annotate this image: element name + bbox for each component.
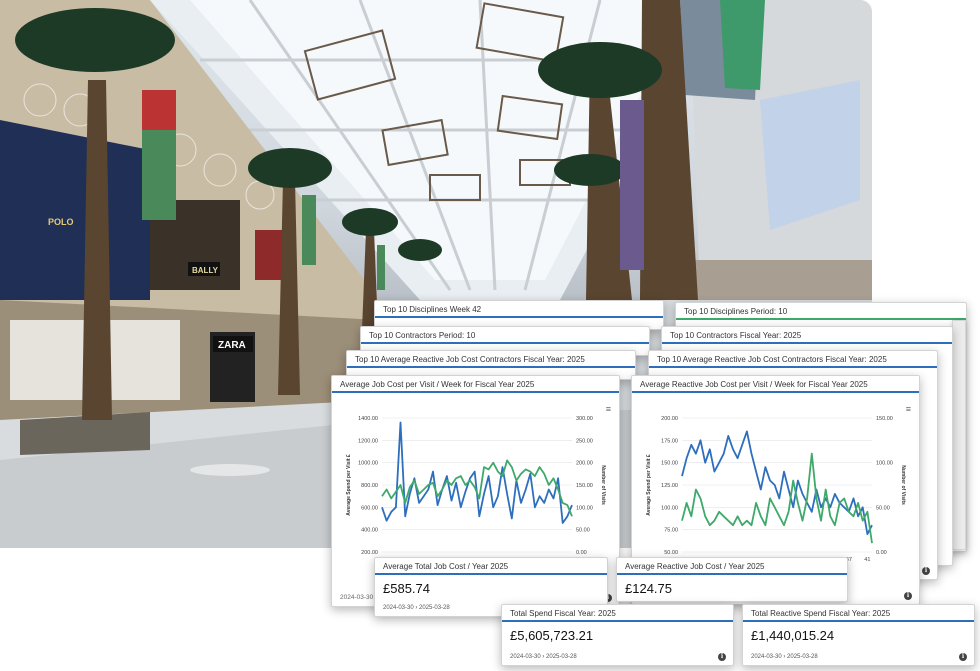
- y2-tick-label: 100.00: [876, 461, 893, 467]
- y-tick-label: 175.00: [661, 438, 678, 444]
- kpi-value: £585.74: [383, 581, 430, 596]
- kpi-value: £1,440,015.24: [751, 628, 835, 643]
- card-title: Top 10 Average Reactive Job Cost Contrac…: [649, 351, 937, 368]
- chart-card-title: Average Reactive Job Cost per Visit / We…: [632, 376, 919, 393]
- y2-tick-label: 150.00: [876, 416, 893, 422]
- y-tick-label: 100.00: [661, 505, 678, 511]
- y-tick-label: 1200.00: [358, 438, 378, 444]
- y-tick-label: 800.00: [361, 483, 378, 489]
- y-tick-label: 1000.00: [358, 461, 378, 467]
- y-tick-label: 1400.00: [358, 416, 378, 422]
- y2-tick-label: 150.00: [576, 483, 593, 489]
- y2-axis-label: Number of Visits: [900, 465, 906, 505]
- info-icon[interactable]: i: [718, 653, 726, 661]
- y-tick-label: 50.00: [664, 550, 678, 556]
- info-icon[interactable]: i: [922, 567, 930, 575]
- avg-reactive-job-cost-kpi[interactable]: Average Reactive Job Cost / Year 2025 £1…: [616, 557, 848, 602]
- y-axis-label: Average Spend per Visit £: [646, 454, 652, 516]
- kpi-value: £124.75: [625, 581, 672, 596]
- y-tick-label: 200.00: [661, 416, 678, 422]
- kpi-value: £5,605,723.21: [510, 628, 594, 643]
- y-tick-label: 125.00: [661, 483, 678, 489]
- y-tick-label: 200.00: [361, 550, 378, 556]
- y2-tick-label: 250.00: [576, 438, 593, 444]
- y2-tick-label: 300.00: [576, 416, 593, 422]
- footer-date: 2024-03-30: [340, 594, 374, 601]
- y2-tick-label: 0.00: [576, 550, 587, 556]
- card-title: Top 10 Contractors Period: 10: [361, 327, 649, 344]
- card-title: Top 10 Disciplines Week 42: [375, 301, 663, 318]
- y2-tick-label: 50.00: [876, 505, 890, 511]
- y-tick-label: 600.00: [361, 505, 378, 511]
- y-axis-label: Average Spend per Visit £: [346, 454, 352, 516]
- x-tick-label: 41: [864, 557, 870, 563]
- y2-tick-label: 0.00: [876, 550, 887, 556]
- kpi-title: Total Reactive Spend Fiscal Year: 2025: [743, 605, 974, 622]
- chart-card-title: Average Job Cost per Visit / Week for Fi…: [332, 376, 619, 393]
- spend-series-line: [681, 430, 873, 535]
- kpi-date-range: 2024-03-30 › 2025-03-28: [510, 654, 577, 660]
- kpi-date-range: 2024-03-30 › 2025-03-28: [383, 605, 450, 611]
- y2-tick-label: 50.00: [576, 528, 590, 534]
- y2-axis-label: Number of Visits: [600, 465, 606, 505]
- kpi-title: Total Spend Fiscal Year: 2025: [502, 605, 733, 622]
- info-icon[interactable]: i: [959, 653, 967, 661]
- kpi-title: Average Reactive Job Cost / Year 2025: [617, 558, 847, 575]
- y2-tick-label: 200.00: [576, 461, 593, 467]
- card-title: Top 10 Average Reactive Job Cost Contrac…: [347, 351, 635, 368]
- card-title: Top 10 Contractors Fiscal Year: 2025: [662, 327, 952, 344]
- info-icon[interactable]: i: [904, 592, 912, 600]
- card-title: Top 10 Disciplines Period: 10: [676, 303, 966, 320]
- y-tick-label: 400.00: [361, 528, 378, 534]
- y-tick-label: 75.00: [664, 528, 678, 534]
- total-reactive-spend-kpi[interactable]: Total Reactive Spend Fiscal Year: 2025 £…: [742, 604, 975, 666]
- svg-text:POLO: POLO: [48, 217, 74, 227]
- kpi-date-range: 2024-03-30 › 2025-03-28: [751, 654, 818, 660]
- svg-text:BALLY: BALLY: [192, 266, 219, 275]
- card-edge: [952, 320, 966, 550]
- kpi-title: Average Total Job Cost / Year 2025: [375, 558, 607, 575]
- svg-text:ZARA: ZARA: [218, 340, 246, 351]
- y2-tick-label: 100.00: [576, 505, 593, 511]
- y-tick-label: 150.00: [661, 461, 678, 467]
- total-spend-kpi[interactable]: Total Spend Fiscal Year: 2025 £5,605,723…: [501, 604, 734, 666]
